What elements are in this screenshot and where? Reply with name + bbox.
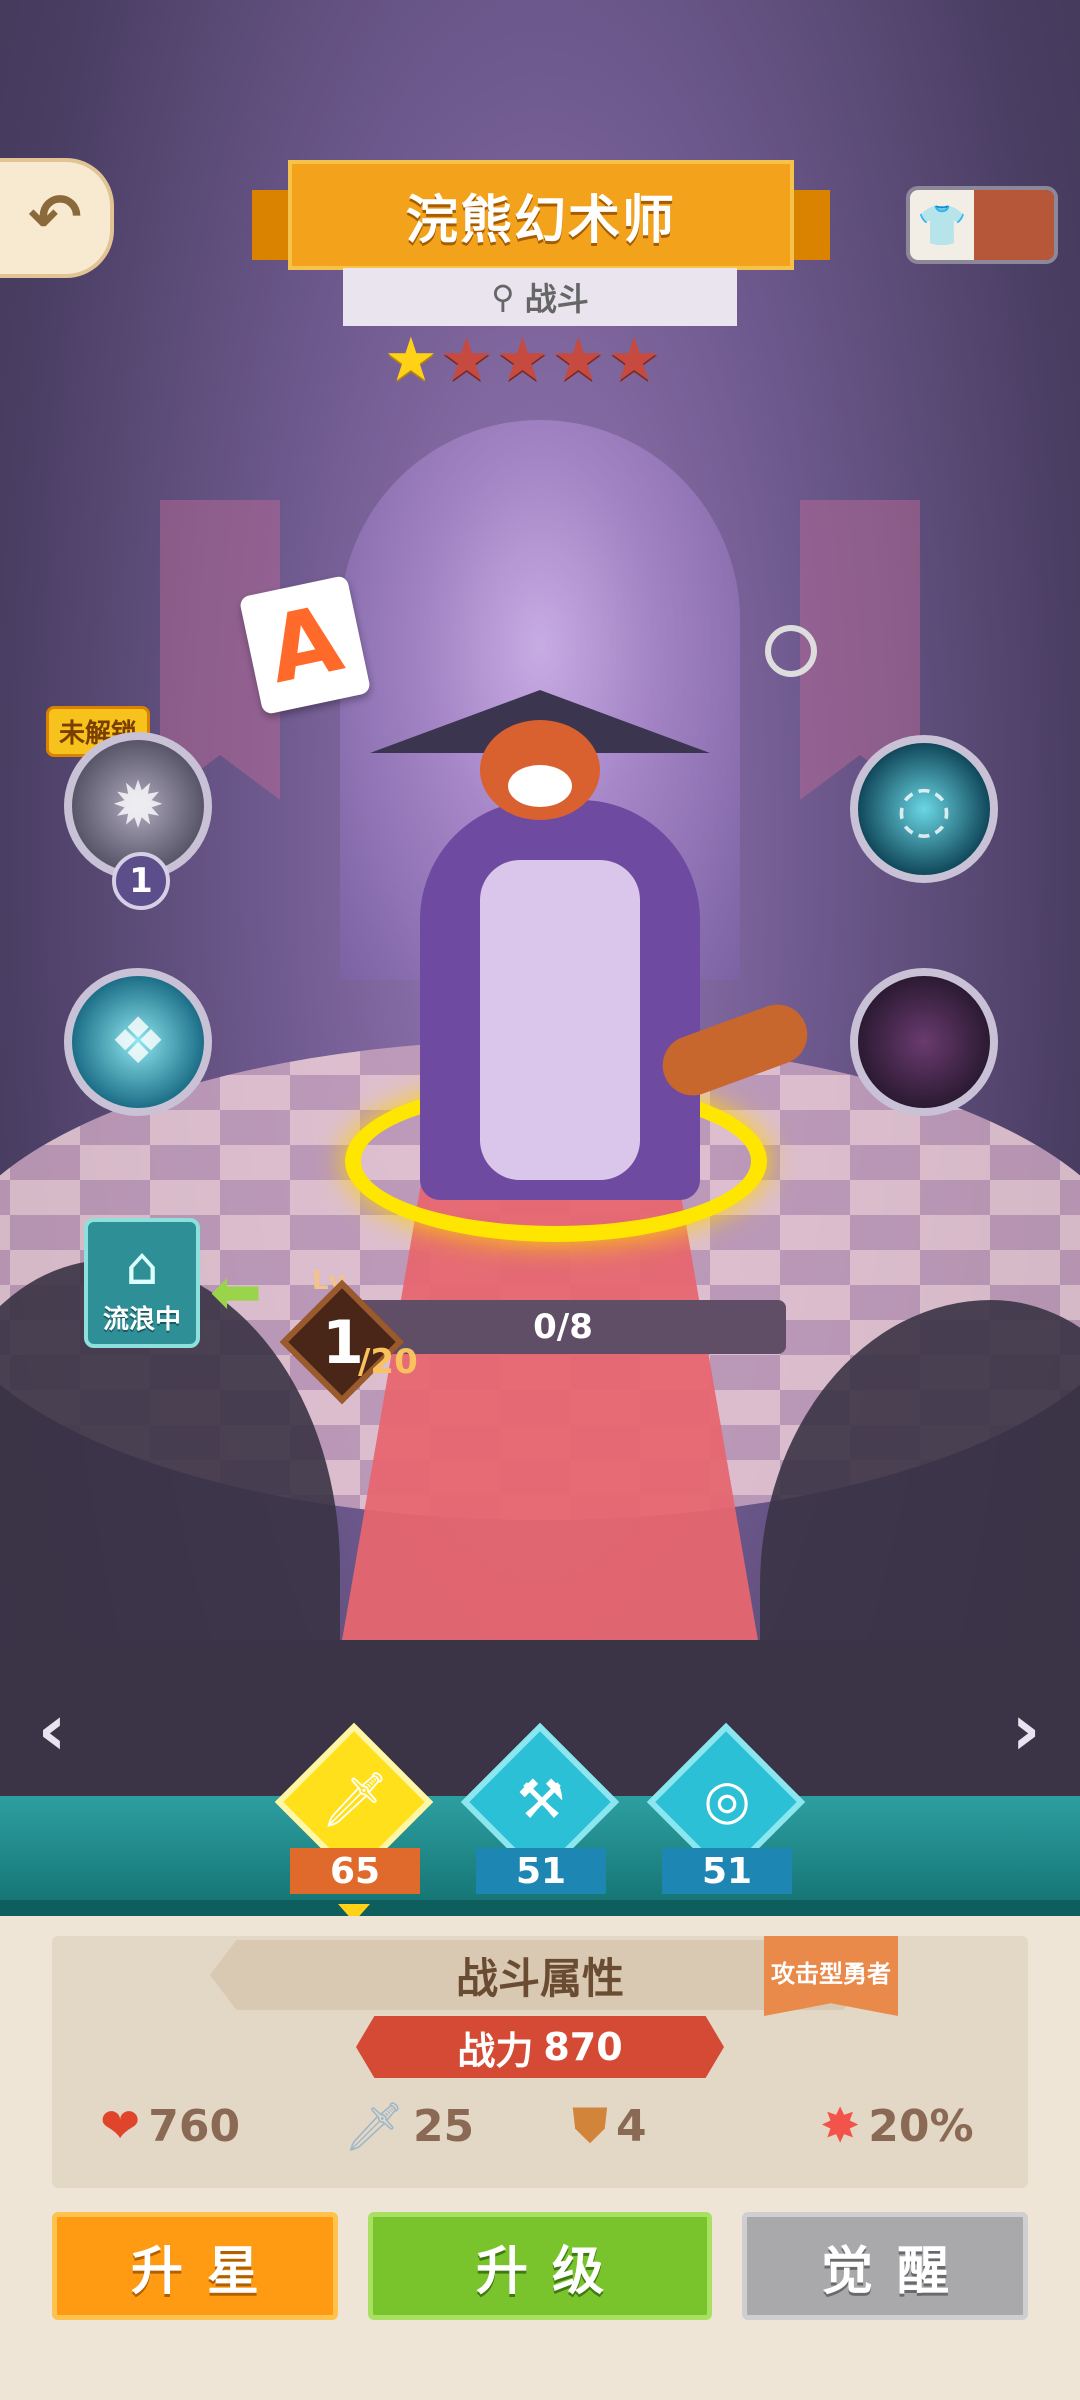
vortex-icon: ◌ xyxy=(896,772,952,846)
skill-level-badge: 1 xyxy=(112,852,170,910)
star-up-button[interactable]: 升星 xyxy=(52,2212,338,2320)
stat-hp: ❤ 760 xyxy=(100,2098,240,2154)
hero-detail-screen: A ↶ 浣熊幻术师 ⚲ 战斗 ★ ★ ★ ★ ★ 👕 未解锁 ✹ 1 ❖ ◌ ⌂ xyxy=(0,0,1080,2400)
awaken-button[interactable]: 觉醒 xyxy=(742,2212,1028,2320)
awaken-label: 觉醒 xyxy=(820,2241,973,2302)
tab-compass[interactable]: ◎ 51 xyxy=(646,1722,806,1906)
level-up-button[interactable]: 升级 xyxy=(368,2212,712,2320)
back-arrow-icon: ↶ xyxy=(28,181,82,255)
back-button[interactable]: ↶ xyxy=(0,158,114,278)
level-up-label: 升级 xyxy=(475,2241,628,2302)
star-icon-empty: ★ xyxy=(439,325,494,395)
burst-icon: ✸ xyxy=(820,2098,861,2154)
magnifier-icon[interactable] xyxy=(765,625,817,677)
spirit-cats-icon: ❖ xyxy=(109,1005,167,1079)
previous-hero-arrow-icon[interactable]: ‹ xyxy=(20,1689,84,1771)
wander-button[interactable]: ⌂ 流浪中 xyxy=(84,1218,200,1348)
hero-role-bar: ⚲ 战斗 xyxy=(343,268,737,326)
power-label: 战力 xyxy=(457,2028,534,2073)
sword-icon: 🗡 xyxy=(344,2099,405,2155)
tab-sword-value: 65 xyxy=(290,1848,420,1894)
stat-crit-value: 20% xyxy=(868,2100,974,2152)
skill-slot-1[interactable]: ❖ xyxy=(64,968,212,1116)
sword-icon: 🗡 xyxy=(320,1768,390,1831)
tab-hammer-value: 51 xyxy=(476,1848,606,1894)
exp-value: 0/8 xyxy=(533,1307,593,1347)
shield-icon: ⛊ xyxy=(572,2098,609,2154)
stat-crit: ✸ 20% xyxy=(820,2098,974,2154)
wander-label: 流浪中 xyxy=(102,1305,181,1335)
tab-compass-value: 51 xyxy=(662,1848,792,1894)
skill-slot-2[interactable]: ◌ xyxy=(850,735,998,883)
star-up-label: 升星 xyxy=(130,2241,283,2302)
stat-attack-value: 25 xyxy=(412,2101,475,2152)
hero-name: 浣熊幻术师 xyxy=(405,190,676,251)
skill-slot-3-empty[interactable] xyxy=(850,968,998,1116)
heart-icon: ❤ xyxy=(100,2098,141,2154)
next-hero-arrow-icon[interactable]: › xyxy=(994,1689,1058,1771)
power-value: 870 xyxy=(543,2025,623,2069)
sword-icon: ⚲ xyxy=(491,278,515,316)
stat-defense: ⛊ 4 xyxy=(572,2098,647,2155)
hero-face xyxy=(480,720,600,820)
stat-defense-value: 4 xyxy=(616,2101,647,2152)
stats-title: 战斗属性 xyxy=(455,1953,624,2003)
combat-power-bar: 战力 870 xyxy=(356,2016,724,2078)
stat-attack: 🗡 25 xyxy=(344,2098,474,2155)
stat-hp-value: 760 xyxy=(148,2100,241,2152)
shirt-icon: 👕 xyxy=(910,190,974,260)
hero-character[interactable] xyxy=(360,640,816,1200)
star-rating: ★ ★ ★ ★ ★ xyxy=(384,328,661,392)
star-icon-empty: ★ xyxy=(495,325,550,395)
hero-role: 战斗 xyxy=(524,280,589,318)
star-icon-empty: ★ xyxy=(607,325,661,395)
level-max: /20 xyxy=(358,1342,418,1382)
hero-title-ribbon: 浣熊幻术师 xyxy=(252,160,830,280)
house-icon: ⌂ xyxy=(125,1237,159,1297)
arrow-left-indicator-icon: ⬅ xyxy=(210,1255,262,1328)
hero-robe-inner xyxy=(480,860,640,1180)
star-icon-filled: ★ xyxy=(384,325,438,395)
tab-sword[interactable]: 🗡 65 xyxy=(274,1722,434,1906)
star-icon-empty: ★ xyxy=(551,325,606,395)
tab-hammer[interactable]: ⚒ 51 xyxy=(460,1722,620,1906)
skin-toggle-button[interactable]: 👕 xyxy=(906,186,1058,264)
compass-icon: ◎ xyxy=(703,1768,751,1831)
hammer-icon: ⚒ xyxy=(516,1768,566,1831)
